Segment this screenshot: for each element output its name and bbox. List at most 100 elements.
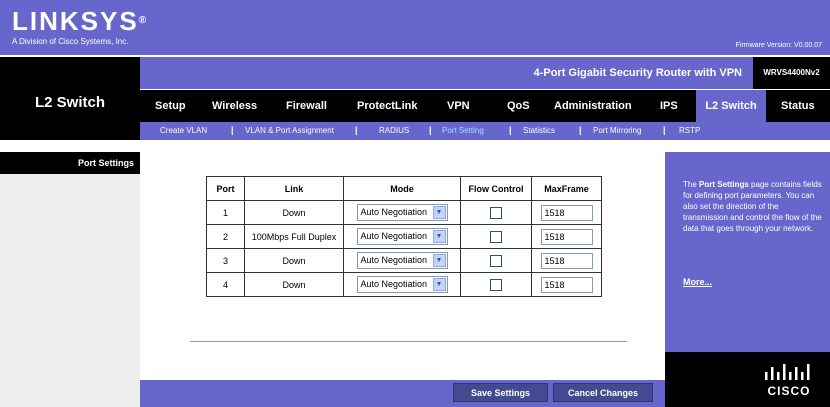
max-frame-input[interactable]: 1518 [540, 252, 593, 269]
flow-control-cell [460, 272, 532, 297]
flow-control-cell [460, 248, 532, 273]
mode-select-value: Auto Negotiation [360, 255, 428, 265]
tab-qos[interactable]: QoS [507, 90, 530, 122]
subtab-create-vlan[interactable]: Create VLAN [160, 125, 207, 136]
subtab-separator: | [509, 125, 512, 135]
link-status: Down [244, 248, 344, 273]
sub-nav: Create VLAN | VLAN & Port Assignment | R… [140, 122, 830, 140]
max-frame-input[interactable]: 1518 [540, 276, 593, 293]
section-title: L2 Switch [34, 94, 105, 111]
max-frame-input[interactable]: 1518 [540, 204, 593, 221]
help-panel: The Port Settings page contains fields f… [665, 152, 830, 380]
subtab-separator: | [429, 125, 432, 135]
tab-firewall[interactable]: Firewall [286, 90, 327, 122]
help-text: The Port Settings page contains fields f… [683, 180, 822, 233]
max-frame-input[interactable]: 1518 [540, 228, 593, 245]
subtab-port-mirroring[interactable]: Port Mirroring [593, 125, 641, 136]
subtab-separator: | [579, 125, 582, 135]
mode-cell: Auto Negotiation ▼ [343, 224, 461, 249]
subtab-separator: | [355, 125, 358, 135]
max-frame-cell: 1518 [531, 224, 602, 249]
cancel-changes-button[interactable]: Cancel Changes [553, 383, 653, 402]
subtab-radius[interactable]: RADIUS [379, 125, 409, 136]
model-name: 4-Port Gigabit Security Router with VPN [533, 67, 742, 79]
left-sidebar: Port Settings [0, 152, 140, 407]
model-id: WRVS4400Nv2 [753, 57, 830, 89]
tab-setup[interactable]: Setup [155, 90, 186, 122]
link-status: 100Mbps Full Duplex [244, 224, 344, 249]
max-frame-cell: 1518 [531, 200, 602, 225]
cisco-logo: CISCO [762, 362, 816, 402]
port-number: 1 [206, 200, 245, 225]
header-link: Link [244, 176, 344, 201]
flow-control-cell [460, 200, 532, 225]
tab-vpn[interactable]: VPN [447, 90, 470, 122]
header-max-frame: MaxFrame [531, 176, 602, 201]
content-divider [190, 341, 627, 342]
mode-cell: Auto Negotiation ▼ [343, 200, 461, 225]
more-link[interactable]: More... [683, 277, 712, 287]
mode-cell: Auto Negotiation ▼ [343, 248, 461, 273]
header-mode: Mode [343, 176, 461, 201]
flow-control-checkbox[interactable] [490, 206, 502, 219]
header-port: Port [206, 176, 245, 201]
sidebar-label: Port Settings [77, 158, 134, 168]
mode-select-value: Auto Negotiation [360, 207, 428, 217]
main-nav: Setup Wireless Firewall ProtectLink VPN … [140, 90, 830, 122]
main-content: Port Link Mode Flow Control MaxFrame 1 D… [140, 152, 665, 380]
table-row: 2 100Mbps Full Duplex Auto Negotiation ▼ … [206, 224, 602, 249]
chevron-down-icon[interactable]: ▼ [432, 230, 446, 243]
linksys-logo: LINKSYS® [12, 6, 149, 36]
firmware-version: Firmware Version: V0.00.07 [735, 42, 822, 49]
mode-select[interactable]: Auto Negotiation ▼ [356, 204, 448, 221]
tab-status[interactable]: Status [781, 90, 815, 122]
action-bar: Save Settings Cancel Changes [140, 380, 665, 407]
flow-control-checkbox[interactable] [490, 278, 502, 291]
mode-select-value: Auto Negotiation [360, 279, 428, 289]
brand-header: LINKSYS® A Division of Cisco Systems, In… [0, 0, 830, 55]
header-flow-control: Flow Control [460, 176, 532, 201]
mode-select[interactable]: Auto Negotiation ▼ [356, 252, 448, 269]
port-number: 4 [206, 272, 245, 297]
tab-wireless[interactable]: Wireless [212, 90, 257, 122]
mode-select-value: Auto Negotiation [360, 231, 428, 241]
subtab-port-setting[interactable]: Port Setting [442, 125, 484, 136]
brand-subtitle: A Division of Cisco Systems, Inc. [12, 37, 129, 46]
model-bar: 4-Port Gigabit Security Router with VPN … [140, 57, 830, 89]
sidebar-label-band: Port Settings [0, 152, 140, 174]
port-settings-table: Port Link Mode Flow Control MaxFrame 1 D… [206, 176, 602, 297]
tab-ips[interactable]: IPS [660, 90, 678, 122]
cisco-bars-icon [765, 364, 810, 380]
link-status: Down [244, 200, 344, 225]
table-header-row: Port Link Mode Flow Control MaxFrame [206, 176, 602, 201]
tab-protectlink[interactable]: ProtectLink [357, 90, 418, 122]
save-settings-button[interactable]: Save Settings [453, 383, 548, 402]
flow-control-checkbox[interactable] [490, 254, 502, 267]
subtab-vlan-port-assignment[interactable]: VLAN & Port Assignment [245, 125, 334, 136]
port-number: 2 [206, 224, 245, 249]
link-status: Down [244, 272, 344, 297]
chevron-down-icon[interactable]: ▼ [432, 254, 446, 267]
cisco-logo-area: CISCO [665, 352, 830, 407]
subtab-rstp[interactable]: RSTP [679, 125, 700, 136]
flow-control-cell [460, 224, 532, 249]
table-row: 4 Down Auto Negotiation ▼ 1518 [206, 272, 602, 297]
subtab-statistics[interactable]: Statistics [523, 125, 555, 136]
flow-control-checkbox[interactable] [490, 230, 502, 243]
subtab-separator: | [231, 125, 234, 135]
subtab-separator: | [663, 125, 666, 135]
tab-l2-switch[interactable]: L2 Switch [696, 90, 766, 122]
max-frame-cell: 1518 [531, 248, 602, 273]
cisco-wordmark: CISCO [767, 384, 811, 398]
chevron-down-icon[interactable]: ▼ [432, 206, 446, 219]
mode-cell: Auto Negotiation ▼ [343, 272, 461, 297]
section-header: L2 Switch [0, 55, 140, 140]
tab-administration[interactable]: Administration [554, 90, 632, 122]
mode-select[interactable]: Auto Negotiation ▼ [356, 228, 448, 245]
table-row: 3 Down Auto Negotiation ▼ 1518 [206, 248, 602, 273]
max-frame-cell: 1518 [531, 272, 602, 297]
mode-select[interactable]: Auto Negotiation ▼ [356, 276, 448, 293]
table-row: 1 Down Auto Negotiation ▼ 1518 [206, 200, 602, 225]
chevron-down-icon[interactable]: ▼ [432, 278, 446, 291]
port-number: 3 [206, 248, 245, 273]
